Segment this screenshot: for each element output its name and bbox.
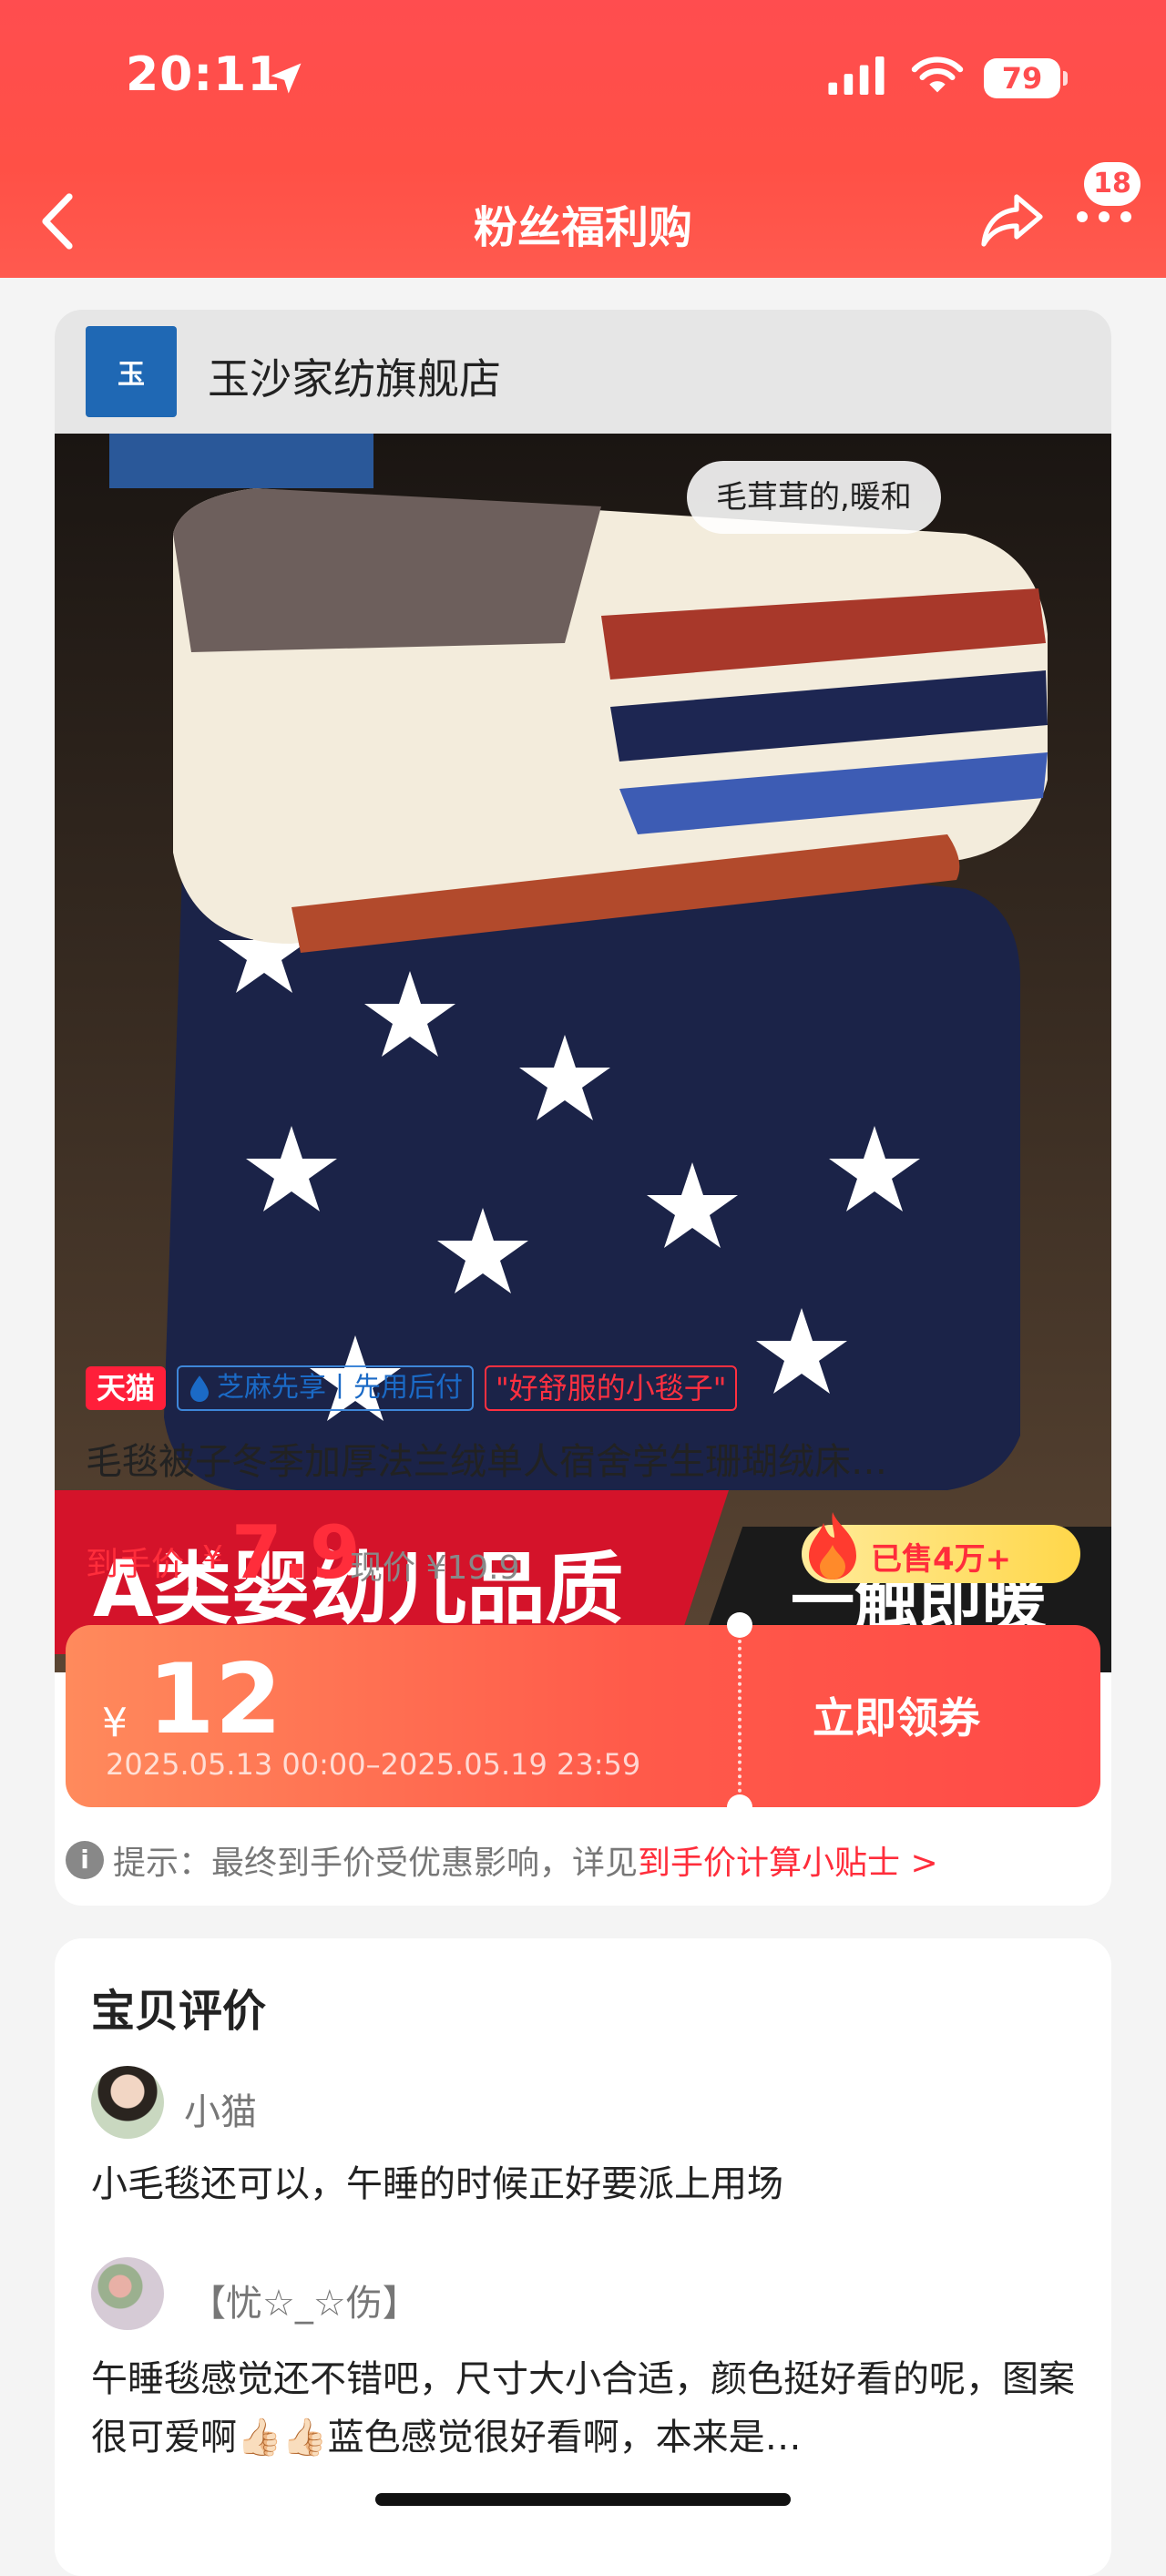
price-currency: ¥ <box>202 1539 223 1577</box>
avatar <box>91 2066 164 2139</box>
review-text: 小毛毯还可以，午睡的时候正好要派上用场 <box>91 2163 783 2205</box>
notification-badge: 18 <box>1084 162 1140 206</box>
striped-blanket <box>173 488 1048 953</box>
store-name[interactable]: 玉沙家纺旗舰店 <box>208 346 501 406</box>
price-label: 到手价 <box>86 1546 185 1583</box>
sold-count: 已售4万+ <box>871 1541 1012 1578</box>
quote-tag: "好舒服的小毯子" <box>485 1365 738 1411</box>
battery-indicator: 79 <box>984 58 1068 98</box>
sold-badge: 已售4万+ <box>802 1512 1080 1583</box>
more-options-button[interactable] <box>1077 211 1135 230</box>
reviewer-name: 小猫 <box>184 2091 257 2133</box>
info-icon: i <box>66 1841 104 1879</box>
coupon-notch <box>727 1794 752 1820</box>
share-icon[interactable] <box>980 191 1044 248</box>
coupon-currency: ¥ <box>102 1700 128 1746</box>
tip-text: 提示：最终到手价受优惠影响，详见 <box>113 1845 639 1882</box>
zhima-tag-label: 芝麻先享丨先用后付 <box>217 1372 464 1404</box>
coupon-notch <box>727 1612 752 1638</box>
tmall-tag: 天猫 <box>86 1366 167 1410</box>
store-logo: 玉 <box>86 326 177 417</box>
coupon-divider <box>738 1640 742 1793</box>
product-card[interactable]: 玉 玉沙家纺旗舰店 毛茸茸的,暖和 A类婴幼儿品质 一触即暖 天猫 芝麻先享丨先… <box>55 310 1111 1906</box>
status-time: 20:11 <box>126 47 281 102</box>
avatar <box>91 2257 164 2330</box>
coupon-card[interactable]: ¥ 12 2025.05.13 00:00–2025.05.19 23:59 立… <box>66 1612 1100 1820</box>
header-bar: 20:11 79 粉丝福利购 18 <box>0 0 1166 278</box>
coupon-validity: 2025.05.13 00:00–2025.05.19 23:59 <box>106 1747 641 1782</box>
image-tag: 毛茸茸的,暖和 <box>687 461 941 534</box>
review-card[interactable]: 宝贝评价 小猫 小毛毯还可以，午睡的时候正好要派上用场 【忧☆_☆伤】 午睡毯感… <box>55 1938 1111 2576</box>
more-dot-icon <box>1099 211 1110 222</box>
reviewer-name: 【忧☆_☆伤】 <box>189 2283 419 2325</box>
location-arrow-icon <box>271 63 302 94</box>
claim-coupon-button[interactable]: 立即领券 <box>813 1685 980 1745</box>
product-image[interactable]: 毛茸茸的,暖和 A类婴幼儿品质 一触即暖 <box>55 434 1111 1672</box>
more-dot-icon <box>1077 211 1088 222</box>
coupon-amount: 12 <box>148 1643 282 1755</box>
product-title[interactable]: 毛毯被子冬季加厚法兰绒单人宿舍学生珊瑚绒床… <box>86 1432 1069 1485</box>
home-indicator[interactable] <box>375 2493 791 2506</box>
price-tips-link[interactable]: 到手价计算小贴士 > <box>638 1836 938 1884</box>
signal-icon <box>828 56 885 95</box>
review-text: 午睡毯感觉还不错吧，尺寸大小合适，颜色挺好看的呢，图案很可爱啊👍🏻👍🏻蓝色感觉很… <box>91 2358 1075 2458</box>
review-section-title: 宝贝评价 <box>91 1986 267 2037</box>
price-value: 7.9 <box>231 1510 361 1595</box>
price-tip: i 提示：最终到手价受优惠影响，详见 到手价计算小贴士 > <box>66 1836 938 1884</box>
zhima-tag: 芝麻先享丨先用后付 <box>177 1365 475 1411</box>
current-price: 现价 ¥19.9 <box>350 1549 520 1587</box>
blanket-illustration <box>55 434 1111 1672</box>
droplet-icon <box>190 1375 210 1402</box>
fire-icon <box>809 1512 856 1579</box>
product-tags: 天猫 芝麻先享丨先用后付 "好舒服的小毯子" <box>86 1365 738 1412</box>
more-dot-icon <box>1120 211 1131 222</box>
wifi-icon <box>911 56 964 93</box>
store-bar[interactable]: 玉 玉沙家纺旗舰店 <box>55 310 1111 434</box>
